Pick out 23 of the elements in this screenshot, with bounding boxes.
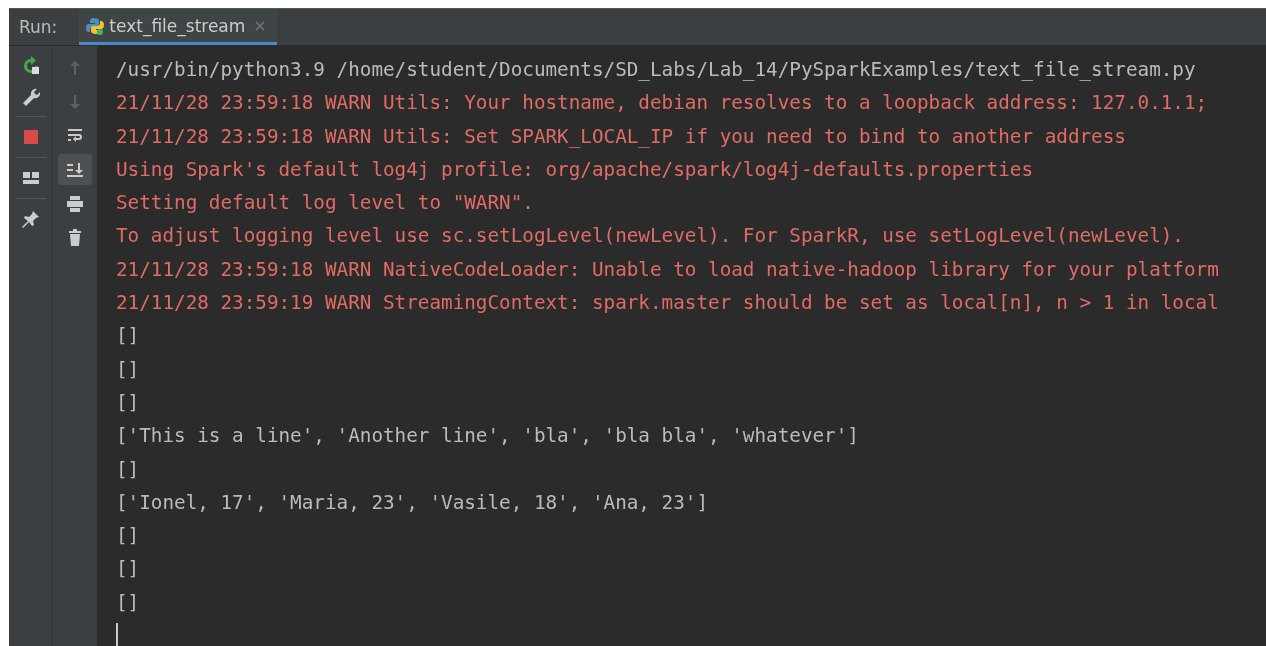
console-line: /usr/bin/python3.9 /home/student/Documents/SD_Labs/Lab_14/PySparkExamples/text_file_stream.py [116,57,1196,83]
console-line: Using Spark's default log4j profile: org/apache/spark/log4j-defaults.properties [116,156,1034,183]
console-line: Setting default log level to "WARN". [116,190,534,217]
console-line: 21/11/28 23:59:18 WARN Utils: Your hostname, debian resolves to a loopback address: 127.0.1.1; [116,90,1208,117]
run-tab[interactable]: text_file_stream × [79,9,277,45]
console-line: [] [116,523,140,550]
console-line: 21/11/28 23:59:19 WARN StreamingContext: spark.master should be set as local[n], n > 1 in local [116,290,1219,317]
console-line: [] [116,323,140,350]
console-line: [] [116,589,140,616]
console-line: [] [116,456,140,483]
console-line: [] [116,556,140,583]
console-line: ['This is a line', 'Another line', 'bla', 'bla bla', 'whatever'] [116,423,859,450]
console-line: To adjust logging level use sc.setLogLevel(newLevel). For SparkR, use setLogLevel(newLevel). [116,223,1184,250]
run-label: Run: [18,16,59,39]
console-line: [] [116,389,140,416]
console-line: 21/11/28 23:59:18 WARN NativeCodeLoader: Unable to load native-hadoop library for your platform [116,256,1219,283]
printer-icon [65,193,85,214]
python-file-icon [85,15,106,36]
console-line: [] [116,356,140,383]
scroll-end-button[interactable] [58,154,92,185]
pin-icon[interactable] [20,209,41,229]
console-line: ['Ionel, 17', 'Maria, 23', 'Vasile, 18', 'Ana, 23'] [116,489,709,516]
console-line: 21/11/28 23:59:18 WARN Utils: Set SPARK_LOCAL_IP if you need to bind to another address [116,123,1126,150]
